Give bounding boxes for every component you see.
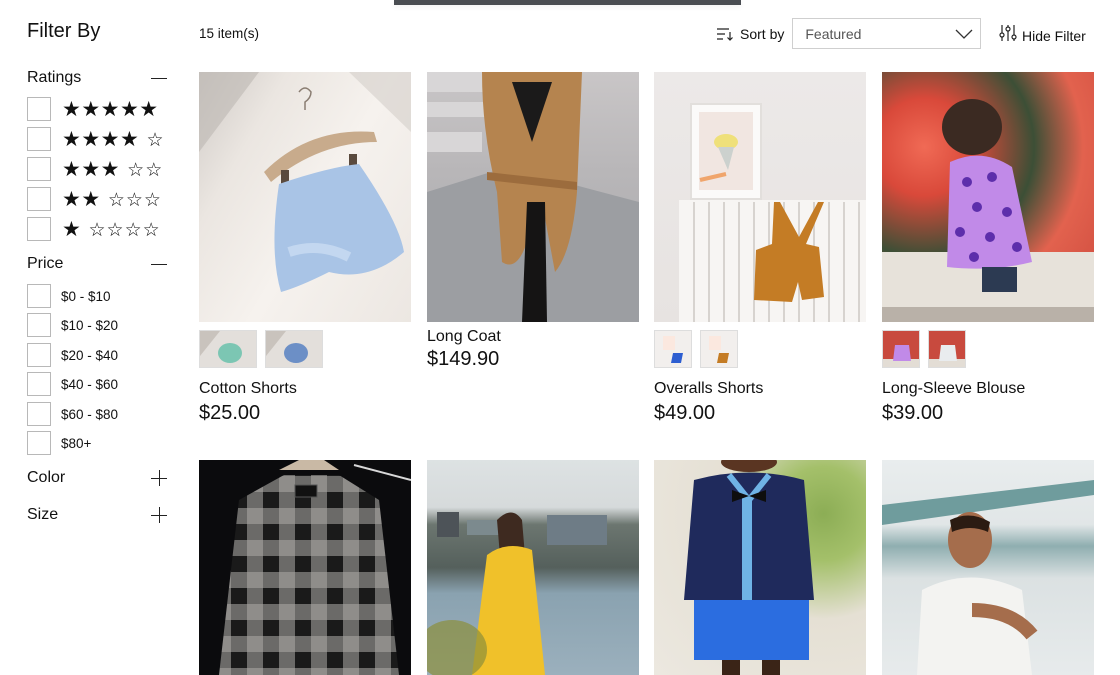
- rating-1-checkbox[interactable]: [27, 217, 51, 241]
- price-range-label: $0 - $10: [61, 288, 111, 304]
- product-price: $149.90: [427, 348, 500, 370]
- hide-filter-label: Hide Filter: [1022, 27, 1086, 44]
- filled-stars-icon: ★★★★★: [62, 96, 159, 121]
- rating-2-checkbox[interactable]: [27, 187, 51, 211]
- product-card[interactable]: [427, 460, 639, 675]
- price-checkbox[interactable]: [27, 431, 51, 455]
- product-name[interactable]: Cotton Shorts: [199, 380, 411, 398]
- filter-sliders-icon: [999, 24, 1017, 47]
- price-range-label: $20 - $40: [61, 347, 119, 363]
- product-image[interactable]: [654, 72, 866, 322]
- product-card[interactable]: [199, 460, 411, 675]
- rating-option-3[interactable]: ★★★ ☆☆: [27, 157, 163, 181]
- product-name[interactable]: Overalls Shorts: [654, 380, 866, 398]
- product-name[interactable]: Long-Sleeve Blouse: [882, 380, 1094, 398]
- price-checkbox[interactable]: [27, 372, 51, 396]
- expand-icon[interactable]: [151, 470, 167, 486]
- empty-stars-icon: ☆☆☆☆: [88, 218, 161, 241]
- sort-selected-value: Featured: [805, 26, 862, 42]
- empty-stars-icon: ☆☆: [127, 158, 164, 181]
- product-image[interactable]: [882, 72, 1094, 322]
- variant-thumbnail[interactable]: [700, 330, 738, 368]
- color-variants: [654, 330, 866, 368]
- price-range-label: $60 - $80: [61, 406, 119, 422]
- empty-stars-icon: ☆: [146, 128, 165, 151]
- product-image[interactable]: [199, 460, 411, 675]
- product-image[interactable]: [882, 460, 1094, 675]
- product-card[interactable]: [654, 460, 866, 675]
- color-label: Color: [27, 469, 66, 486]
- rating-3-checkbox[interactable]: [27, 157, 51, 181]
- product-price: $39.00: [882, 402, 944, 424]
- rating-option-5[interactable]: ★★★★★: [27, 97, 159, 121]
- price-range-label: $40 - $60: [61, 376, 119, 392]
- product-image[interactable]: [199, 72, 411, 322]
- color-variants: [199, 330, 411, 368]
- rating-option-1[interactable]: ★ ☆☆☆☆: [27, 217, 161, 241]
- price-option[interactable]: $20 - $40: [27, 343, 118, 367]
- filled-stars-icon: ★★: [62, 186, 101, 211]
- product-card[interactable]: Overalls Shorts $49.00: [654, 72, 866, 425]
- collapse-icon[interactable]: [151, 70, 167, 86]
- expand-icon[interactable]: [151, 507, 167, 523]
- size-section-header[interactable]: Size: [27, 505, 167, 525]
- rating-4-checkbox[interactable]: [27, 127, 51, 151]
- price-option[interactable]: $60 - $80: [27, 402, 118, 426]
- price-checkbox[interactable]: [27, 343, 51, 367]
- price-range-label: $80+: [61, 435, 92, 451]
- empty-stars-icon: ☆☆☆: [107, 188, 162, 211]
- product-card[interactable]: [882, 460, 1094, 675]
- sort-dropdown[interactable]: Featured: [792, 18, 982, 49]
- price-option[interactable]: $0 - $10: [27, 284, 111, 308]
- product-card[interactable]: Cotton Shorts $25.00: [199, 72, 411, 425]
- color-variants: [882, 330, 1094, 368]
- ratings-label: Ratings: [27, 69, 82, 86]
- product-image[interactable]: [427, 72, 639, 322]
- product-price: $25.00: [199, 402, 261, 424]
- price-label: Price: [27, 255, 64, 272]
- color-section-header[interactable]: Color: [27, 468, 167, 488]
- top-scroll-indicator: [394, 0, 741, 5]
- filter-title: Filter By: [27, 20, 101, 42]
- variant-thumbnail[interactable]: [928, 330, 966, 368]
- item-count: 15 item(s): [199, 26, 260, 41]
- hide-filter-button[interactable]: Hide Filter: [999, 24, 1086, 47]
- variant-thumbnail[interactable]: [882, 330, 920, 368]
- sort-control: Sort by Featured: [716, 18, 982, 49]
- price-section-header[interactable]: Price: [27, 254, 167, 274]
- price-option[interactable]: $80+: [27, 431, 91, 455]
- price-checkbox[interactable]: [27, 402, 51, 426]
- product-card[interactable]: Long Coat $149.90: [427, 72, 639, 371]
- sort-label: Sort by: [740, 25, 785, 42]
- variant-thumbnail[interactable]: [654, 330, 692, 368]
- sort-icon: [716, 26, 734, 42]
- product-price: $49.00: [654, 402, 716, 424]
- price-checkbox[interactable]: [27, 284, 51, 308]
- price-option[interactable]: $40 - $60: [27, 372, 118, 396]
- price-option[interactable]: $10 - $20: [27, 313, 118, 337]
- product-name[interactable]: Long Coat: [427, 328, 639, 346]
- product-image[interactable]: [427, 460, 639, 675]
- ratings-section-header[interactable]: Ratings: [27, 68, 167, 88]
- chevron-down-icon: [954, 24, 974, 44]
- rating-option-4[interactable]: ★★★★ ☆: [27, 127, 165, 151]
- product-image[interactable]: [654, 460, 866, 675]
- price-checkbox[interactable]: [27, 313, 51, 337]
- size-label: Size: [27, 506, 59, 523]
- filled-stars-icon: ★★★★: [62, 126, 140, 151]
- variant-thumbnail[interactable]: [265, 330, 323, 368]
- filled-stars-icon: ★: [62, 216, 82, 241]
- rating-5-checkbox[interactable]: [27, 97, 51, 121]
- collapse-icon[interactable]: [151, 256, 167, 272]
- variant-thumbnail[interactable]: [199, 330, 257, 368]
- price-range-label: $10 - $20: [61, 317, 119, 333]
- rating-option-2[interactable]: ★★ ☆☆☆: [27, 187, 162, 211]
- filled-stars-icon: ★★★: [62, 156, 120, 181]
- product-card[interactable]: Long-Sleeve Blouse $39.00: [882, 72, 1094, 425]
